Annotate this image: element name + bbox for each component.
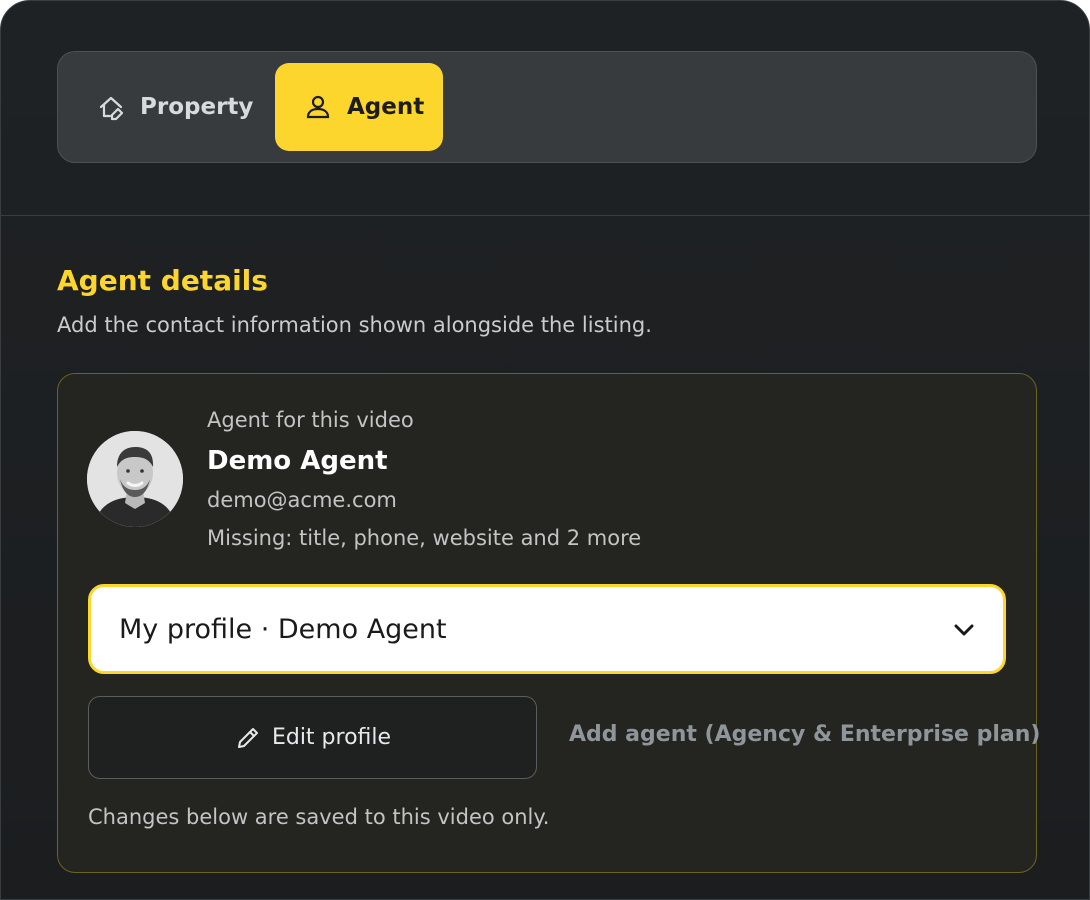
- pencil-icon: [234, 724, 262, 752]
- agent-avatar: [87, 431, 183, 527]
- agent-name: Demo Agent: [207, 446, 388, 476]
- agent-avatar-photo: [87, 431, 183, 527]
- agent-email: demo@acme.com: [207, 488, 397, 512]
- agent-caption: Agent for this video: [207, 408, 414, 432]
- agent-card: Agent for this video Demo Agent demo@acm…: [57, 373, 1040, 873]
- section-description: Add the contact information shown alongs…: [57, 313, 652, 337]
- tab-property[interactable]: Property: [76, 63, 256, 151]
- tab-bar: Property Agent: [57, 51, 1037, 163]
- section-title: Agent details: [57, 264, 268, 297]
- agent-missing-fields: Missing: title, phone, website and 2 mor…: [207, 526, 642, 550]
- save-scope-note: Changes below are saved to this video on…: [88, 805, 550, 829]
- agent-select[interactable]: My profile · Demo Agent: [88, 584, 1006, 674]
- chevron-down-icon: [951, 617, 977, 643]
- edit-profile-label: Edit profile: [271, 725, 392, 750]
- agent-select-value: My profile · Demo Agent: [119, 613, 447, 645]
- edit-profile-button[interactable]: Edit profile: [88, 696, 537, 779]
- user-icon: [303, 92, 333, 122]
- agent-details-panel: Property Agent Agent details Add the con…: [0, 0, 1090, 900]
- tab-agent[interactable]: Agent: [275, 63, 443, 151]
- tab-agent-label: Agent: [347, 94, 425, 120]
- home-edit-icon: [96, 92, 126, 122]
- section-divider: [1, 215, 1089, 216]
- add-agent-link[interactable]: Add agent (Agency & Enterprise plan): [569, 720, 1040, 750]
- tab-property-label: Property: [140, 94, 254, 120]
